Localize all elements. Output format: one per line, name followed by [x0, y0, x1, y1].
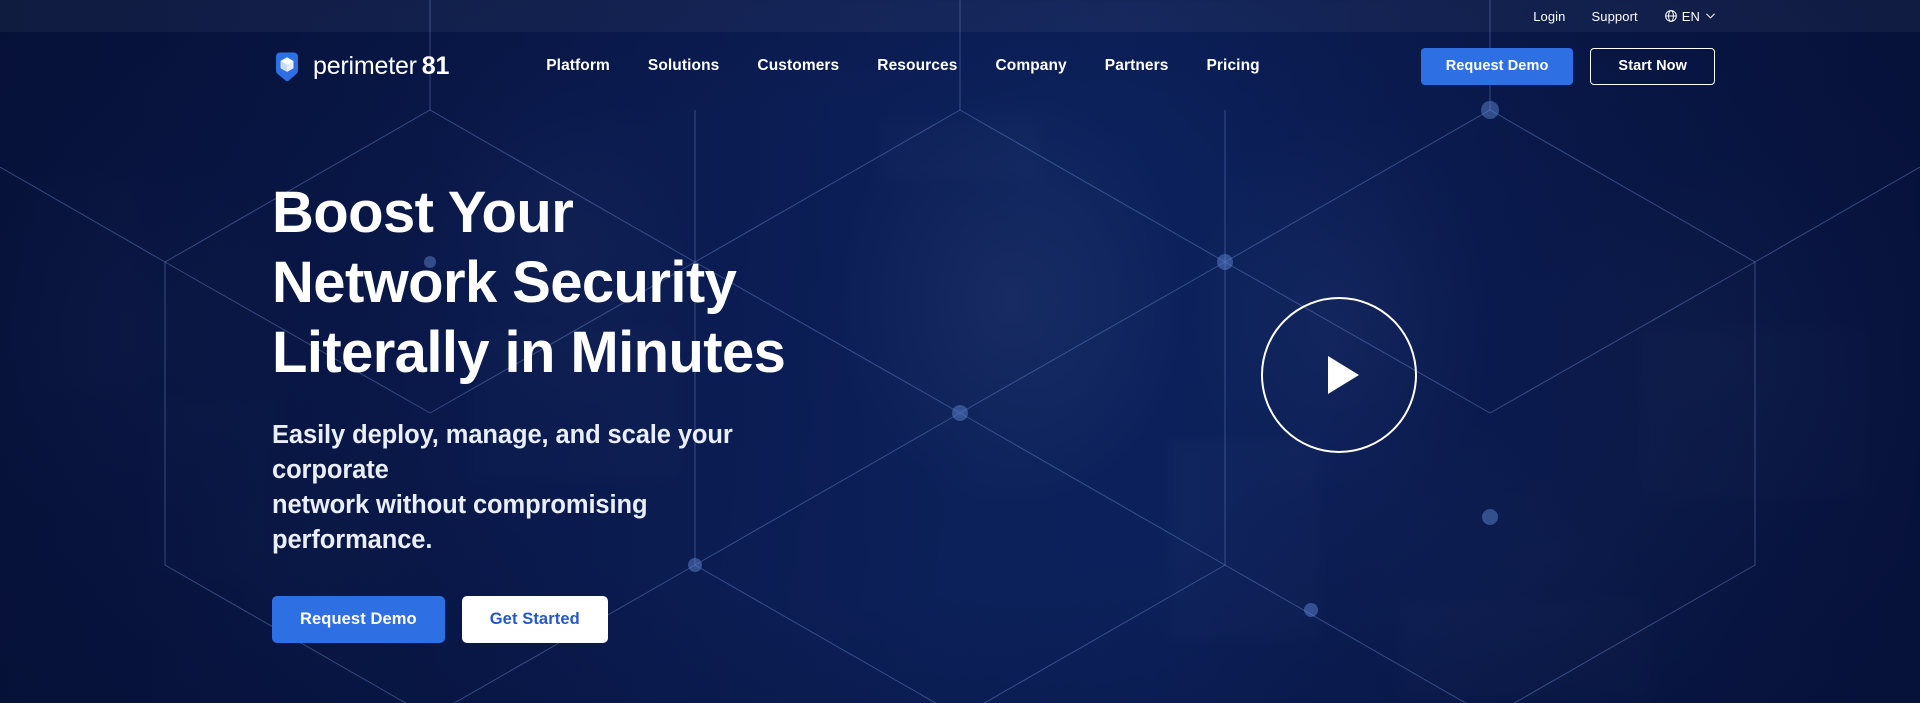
support-link[interactable]: Support: [1592, 10, 1638, 23]
globe-icon: [1664, 10, 1677, 22]
page-root: Login Support EN perimeter 81 Platform S…: [0, 0, 1920, 703]
perimeter81-cube-logo-icon: [276, 52, 298, 81]
nav-item-solutions[interactable]: Solutions: [648, 57, 720, 75]
nav-item-pricing[interactable]: Pricing: [1206, 57, 1259, 75]
brand-number: 81: [421, 51, 450, 80]
brand-logo[interactable]: perimeter 81: [272, 50, 449, 83]
play-icon: [1328, 356, 1359, 394]
hero-cta-group: Request Demo Get Started: [272, 596, 812, 643]
hero-headline: Boost Your Network Security Literally in…: [272, 180, 786, 385]
brand-name: perimeter 81: [313, 52, 449, 81]
nav-item-partners[interactable]: Partners: [1105, 57, 1169, 75]
nav-cta-group: Request Demo Start Now: [1420, 47, 1715, 85]
nav-item-resources[interactable]: Resources: [877, 57, 957, 75]
hero-get-started-button[interactable]: Get Started: [461, 596, 608, 643]
nav-item-customers[interactable]: Customers: [757, 57, 839, 75]
nav-links: Platform Solutions Customers Resources C…: [546, 57, 1260, 75]
language-label: EN: [1681, 8, 1700, 24]
header-request-demo-button[interactable]: Request Demo: [1420, 47, 1574, 85]
hero-content: Boost Your Network Security Literally in…: [272, 178, 812, 643]
nav-item-platform[interactable]: Platform: [546, 57, 610, 75]
header-start-now-button[interactable]: Start Now: [1590, 47, 1715, 85]
login-link[interactable]: Login: [1533, 10, 1565, 23]
language-selector[interactable]: EN: [1664, 9, 1715, 23]
top-utility-bar: Login Support EN: [0, 0, 1920, 32]
brand-name-text: perimeter: [313, 51, 417, 80]
nav-item-company[interactable]: Company: [995, 57, 1066, 75]
hero-subheadline: Easily deploy, manage, and scale your co…: [272, 421, 733, 554]
main-navigation-bar: perimeter 81 Platform Solutions Customers…: [0, 32, 1920, 100]
chevron-down-icon: [1706, 13, 1715, 19]
video-play-button[interactable]: [1261, 297, 1417, 453]
hero-request-demo-button[interactable]: Request Demo: [272, 596, 445, 643]
